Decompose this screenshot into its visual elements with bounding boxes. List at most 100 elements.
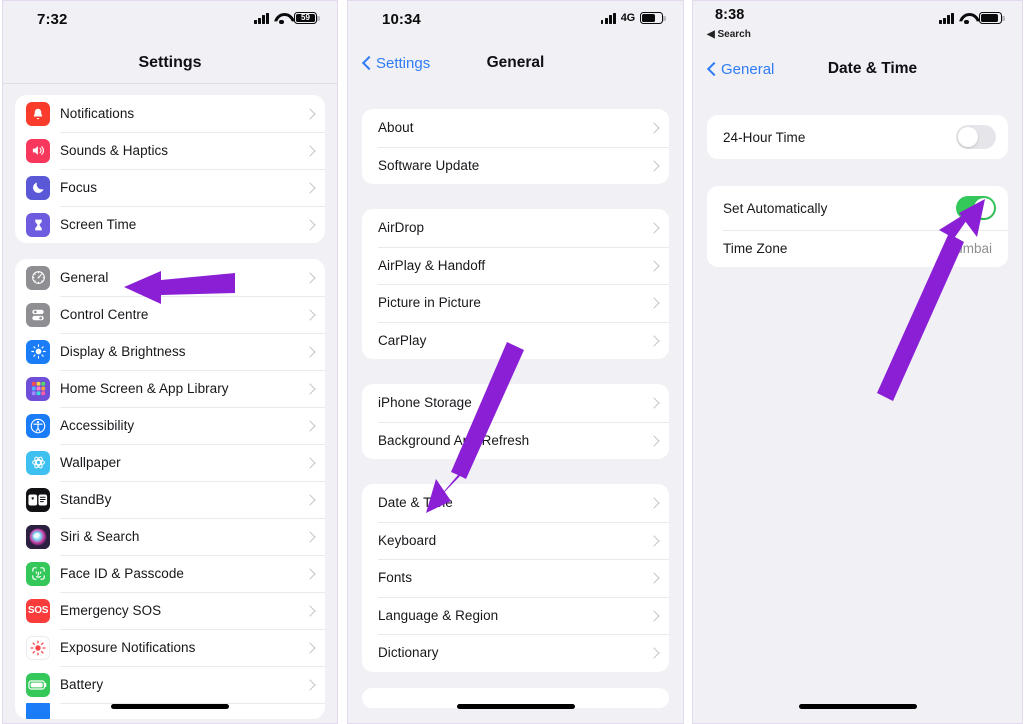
row-label: Keyboard xyxy=(378,532,437,548)
row-face-id-passcode[interactable]: Face ID & Passcode xyxy=(15,555,325,592)
status-bar: 7:32 59 xyxy=(3,1,337,43)
display-brightness-icon xyxy=(26,339,50,364)
row-label: StandBy xyxy=(60,492,112,507)
row-label: Set Automatically xyxy=(723,200,828,216)
row-time-zone[interactable]: Time Zone Mumbai xyxy=(707,230,1008,267)
general-group-4: Date & Time Keyboard Fonts Language & Re… xyxy=(362,484,669,672)
row-software-update[interactable]: Software Update xyxy=(362,146,669,185)
wifi-icon xyxy=(274,13,289,25)
page-title: Settings xyxy=(138,54,202,71)
row-fonts[interactable]: Fonts xyxy=(362,559,669,597)
chevron-right-icon xyxy=(650,159,657,171)
row-label: Background App Refresh xyxy=(378,432,530,448)
row-focus[interactable]: Focus xyxy=(15,169,325,206)
date-time-list: 24-Hour Time Set Automatically Time Zone… xyxy=(693,89,1022,267)
battery-status-icon xyxy=(979,12,1005,24)
row-airdrop[interactable]: AirDrop xyxy=(362,209,669,247)
row-label: Screen Time xyxy=(60,217,137,232)
page-title: General xyxy=(486,54,545,71)
row-emergency-sos[interactable]: SOS Emergency SOS xyxy=(15,592,325,629)
battery-percent-label: 59 xyxy=(301,13,310,22)
row-label: Display & Brightness xyxy=(60,344,186,359)
home-indicator xyxy=(111,704,229,709)
chevron-left-icon xyxy=(707,61,716,77)
nav-bar: General Date & Time xyxy=(693,49,1022,89)
phone-panel-settings: 7:32 59 Settings Notifications Sounds & … xyxy=(2,0,338,724)
row-label: Dictionary xyxy=(378,645,439,661)
chevron-right-icon xyxy=(306,383,313,395)
row-label: Notifications xyxy=(60,106,135,121)
row-label: Sounds & Haptics xyxy=(60,143,169,158)
row-battery[interactable]: Battery xyxy=(15,666,325,703)
row-label: Emergency SOS xyxy=(60,603,162,618)
row-general[interactable]: General xyxy=(15,259,325,296)
siri-search-icon xyxy=(26,524,50,549)
status-indicators xyxy=(939,12,1005,25)
row-label: Picture in Picture xyxy=(378,295,481,311)
row-picture-in-picture[interactable]: Picture in Picture xyxy=(362,284,669,322)
chevron-right-icon xyxy=(650,222,657,234)
row-keyboard[interactable]: Keyboard xyxy=(362,521,669,560)
toggle-24-hour-time[interactable] xyxy=(956,125,996,149)
row-home-screen-app-library[interactable]: Home Screen & App Library xyxy=(15,370,325,407)
row-display-brightness[interactable]: Display & Brightness xyxy=(15,333,325,370)
row-language-region[interactable]: Language & Region xyxy=(362,596,669,635)
row-date-and-time[interactable]: Date & Time xyxy=(362,484,669,522)
row-label: iPhone Storage xyxy=(378,395,472,411)
row-label: Control Centre xyxy=(60,307,149,322)
row-siri-search[interactable]: Siri & Search xyxy=(15,518,325,555)
row-standby[interactable]: StandBy xyxy=(15,481,325,518)
chevron-right-icon xyxy=(650,534,657,546)
phone-panel-date-time: 8:38 ◀ Search General Date & Time 24-Hou… xyxy=(692,0,1023,724)
row-label: General xyxy=(60,270,109,285)
privacy-icon xyxy=(26,703,50,719)
row-background-app-refresh[interactable]: Background App Refresh xyxy=(362,421,669,460)
row-about[interactable]: About xyxy=(362,109,669,147)
chevron-right-icon xyxy=(650,647,657,659)
row-carplay[interactable]: CarPlay xyxy=(362,321,669,360)
row-dictionary[interactable]: Dictionary xyxy=(362,634,669,672)
chevron-right-icon xyxy=(306,145,313,157)
back-to-app-label[interactable]: ◀ Search xyxy=(707,29,751,40)
row-sounds-haptics[interactable]: Sounds & Haptics xyxy=(15,132,325,169)
face-id-icon xyxy=(26,561,50,586)
chevron-right-icon xyxy=(306,420,313,432)
row-24-hour-time[interactable]: 24-Hour Time xyxy=(707,115,1008,159)
home-indicator xyxy=(798,704,917,709)
focus-icon xyxy=(26,175,50,200)
chevron-right-icon xyxy=(650,334,657,346)
row-notifications[interactable]: Notifications xyxy=(15,95,325,132)
chevron-right-icon xyxy=(306,531,313,543)
row-label: Accessibility xyxy=(60,418,135,433)
toggle-set-automatically[interactable] xyxy=(956,196,996,220)
back-to-app-text: Search xyxy=(717,29,751,40)
wifi-icon xyxy=(959,13,974,25)
chevron-right-icon xyxy=(306,219,313,231)
home-screen-icon xyxy=(26,376,50,401)
row-label: Focus xyxy=(60,180,98,195)
chevron-right-icon xyxy=(306,605,313,617)
row-airplay-handoff[interactable]: AirPlay & Handoff xyxy=(362,246,669,285)
exposure-notifications-icon xyxy=(26,635,50,660)
row-screen-time[interactable]: Screen Time xyxy=(15,206,325,243)
row-set-automatically[interactable]: Set Automatically xyxy=(707,186,1008,230)
row-label: About xyxy=(378,120,414,136)
chevron-right-icon xyxy=(306,679,313,691)
row-control-centre[interactable]: Control Centre xyxy=(15,296,325,333)
chevron-right-icon xyxy=(306,346,313,358)
three-panel-screenshot: 7:32 59 Settings Notifications Sounds & … xyxy=(0,0,1024,724)
row-label: AirPlay & Handoff xyxy=(378,257,486,273)
row-label: Siri & Search xyxy=(60,529,140,544)
nav-bar: Settings xyxy=(3,43,337,83)
row-iphone-storage[interactable]: iPhone Storage xyxy=(362,384,669,422)
cellular-signal-icon xyxy=(939,12,954,24)
wallpaper-icon xyxy=(26,450,50,475)
back-triangle-icon: ◀ xyxy=(707,29,715,40)
chevron-left-icon xyxy=(362,55,371,71)
row-label: CarPlay xyxy=(378,332,427,348)
row-accessibility[interactable]: Accessibility xyxy=(15,407,325,444)
row-exposure-notifications[interactable]: Exposure Notifications xyxy=(15,629,325,666)
chevron-right-icon xyxy=(650,259,657,271)
chevron-right-icon xyxy=(650,122,657,134)
row-wallpaper[interactable]: Wallpaper xyxy=(15,444,325,481)
